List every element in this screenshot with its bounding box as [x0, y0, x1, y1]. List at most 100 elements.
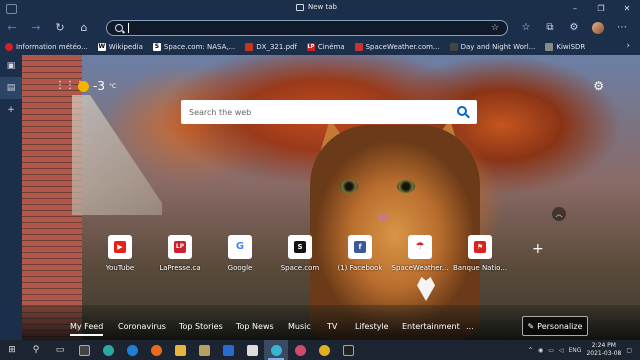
- add-favorite-icon[interactable]: ☆: [491, 23, 499, 33]
- more-menu-icon[interactable]: ⋯: [610, 18, 634, 38]
- minimize-button[interactable]: –: [562, 0, 588, 18]
- title-bar: New tab – ❐ ✕: [0, 0, 640, 18]
- feed-tab-lifestyle[interactable]: Lifestyle: [355, 322, 389, 331]
- wikipedia-icon: W: [97, 42, 106, 51]
- restore-button[interactable]: ❐: [588, 0, 614, 18]
- weather-widget[interactable]: -3 °C: [78, 79, 116, 93]
- refresh-button[interactable]: ↻: [48, 18, 72, 38]
- quick-link-space[interactable]: S Space.com: [270, 235, 330, 272]
- store-icon[interactable]: [72, 340, 96, 360]
- new-tab-plus-icon[interactable]: +: [0, 99, 22, 121]
- bookmark-item[interactable]: S Space.com: NASA,...: [152, 42, 235, 51]
- edge-icon[interactable]: [96, 340, 120, 360]
- feed-nav: My Feed Coronavirus Top Stories Top News…: [22, 313, 640, 340]
- bookmark-item[interactable]: Day and Night Worl...: [449, 42, 536, 51]
- vertical-tabs-sidebar: ▣ ▤ +: [0, 55, 22, 340]
- start-button[interactable]: ⊞: [0, 340, 24, 360]
- profile-button[interactable]: [586, 18, 610, 38]
- add-quick-link-icon[interactable]: +: [532, 241, 544, 257]
- quick-link-google[interactable]: G Google: [210, 235, 270, 272]
- network-icon[interactable]: ◉: [538, 347, 543, 354]
- lapresse-icon: LP: [306, 42, 315, 51]
- notepad-icon[interactable]: [240, 340, 264, 360]
- chevron-right-icon[interactable]: ›: [626, 41, 630, 51]
- paint-icon[interactable]: [288, 340, 312, 360]
- space-icon: S: [294, 241, 306, 253]
- bookmark-item[interactable]: SpaceWeather.com...: [354, 42, 440, 51]
- task-view-icon[interactable]: ▭: [48, 340, 72, 360]
- terminal-glyph: [342, 344, 354, 356]
- notifications-icon[interactable]: ▢: [626, 347, 632, 354]
- edge-glyph: [102, 344, 114, 356]
- background-cat-nose: [377, 213, 389, 221]
- app-glyph: [198, 344, 210, 356]
- feed-tab-my-feed[interactable]: My Feed: [70, 322, 104, 336]
- quick-link-banque[interactable]: ⚑ Banque Natio...: [450, 235, 510, 272]
- bookmark-label: DX_321.pdf: [256, 42, 297, 51]
- background-image-roof: [72, 95, 162, 215]
- toolbar: ← → ↻ ⌂ ☆ ☆ ⧉ ⚙ ⋯: [0, 18, 640, 38]
- extensions-icon[interactable]: ⚙: [562, 18, 586, 38]
- edge-active-icon[interactable]: [264, 340, 288, 360]
- bank-icon: ⚑: [474, 241, 486, 253]
- temperature: -3: [93, 79, 105, 93]
- app-icon[interactable]: [192, 340, 216, 360]
- home-button[interactable]: ⌂: [72, 18, 96, 38]
- weather-icon: [5, 42, 13, 51]
- bookmark-item[interactable]: W Wikipedia: [97, 42, 143, 51]
- page-settings-icon[interactable]: ⚙: [593, 79, 604, 93]
- feed-tab-top-news[interactable]: Top News: [236, 322, 274, 331]
- feed-tab-coronavirus[interactable]: Coronavirus: [118, 322, 166, 331]
- firefox-icon[interactable]: [144, 340, 168, 360]
- mail-icon[interactable]: [216, 340, 240, 360]
- chrome-icon[interactable]: [312, 340, 336, 360]
- quick-link-facebook[interactable]: f (1) Facebook: [330, 235, 390, 272]
- new-tab-page: ⋮⋮⋮ -3 °C ⚙ ︿ ▶ YouTube LP LaPresse.ca G…: [22, 55, 640, 340]
- tab-panel-icon[interactable]: ▣: [0, 55, 22, 77]
- feed-more-button[interactable]: ...: [466, 322, 474, 331]
- back-button[interactable]: ←: [0, 18, 24, 38]
- language-indicator[interactable]: ENG: [569, 347, 582, 354]
- bookmark-label: Information météo...: [16, 42, 88, 51]
- personalize-button[interactable]: ✎ Personalize: [522, 316, 588, 336]
- feed-tab-entertainment[interactable]: Entertainment: [402, 322, 460, 331]
- bookmark-item[interactable]: LP Cinéma: [306, 42, 345, 51]
- chevron-up-icon[interactable]: ^: [528, 347, 533, 354]
- quick-link-lapresse[interactable]: LP LaPresse.ca: [150, 235, 210, 272]
- store-glyph: [78, 344, 90, 356]
- favorites-bar: Information météo... W Wikipedia S Space.c…: [0, 38, 640, 55]
- forward-button[interactable]: →: [24, 18, 48, 38]
- web-search-box[interactable]: [181, 100, 477, 124]
- favorites-icon[interactable]: ☆: [514, 18, 538, 38]
- edge-dev-icon[interactable]: [120, 340, 144, 360]
- close-button[interactable]: ✕: [614, 0, 640, 18]
- address-bar[interactable]: ☆: [106, 20, 508, 36]
- sidebar-tab-newtab[interactable]: ▤: [0, 77, 22, 99]
- address-input[interactable]: [128, 23, 129, 33]
- feed-tab-tv[interactable]: TV: [327, 322, 337, 331]
- bookmark-item[interactable]: Information météo...: [5, 42, 88, 51]
- notepad-glyph: [246, 344, 258, 356]
- window-menu[interactable]: [0, 4, 60, 14]
- tab-new[interactable]: New tab: [296, 3, 337, 11]
- bookmark-item[interactable]: KiwiSDR: [545, 42, 585, 51]
- tab-actions-icon[interactable]: [6, 4, 17, 14]
- quick-link-youtube[interactable]: ▶ YouTube: [90, 235, 150, 272]
- search-icon[interactable]: [457, 106, 467, 116]
- search-icon[interactable]: ⚲: [24, 340, 48, 360]
- quick-link-label: YouTube: [105, 264, 135, 272]
- explorer-icon[interactable]: [168, 340, 192, 360]
- feed-tab-top-stories[interactable]: Top Stories: [179, 322, 223, 331]
- volume-icon[interactable]: ◁: [559, 347, 564, 354]
- clock[interactable]: 2:24 PM 2021-03-08: [586, 342, 621, 358]
- quick-link-spaceweather[interactable]: ☂ SpaceWeather...: [390, 235, 450, 272]
- feed-tab-music[interactable]: Music: [288, 322, 311, 331]
- bookmark-label: Day and Night Worl...: [460, 42, 536, 51]
- collections-icon[interactable]: ⧉: [538, 18, 562, 38]
- quick-link-label: (1) Facebook: [337, 264, 383, 272]
- battery-icon[interactable]: ▭: [548, 347, 554, 354]
- bookmark-item[interactable]: DX_321.pdf: [245, 42, 297, 51]
- terminal-icon[interactable]: [336, 340, 360, 360]
- chevron-up-icon[interactable]: ︿: [552, 207, 566, 221]
- search-input[interactable]: [189, 107, 439, 117]
